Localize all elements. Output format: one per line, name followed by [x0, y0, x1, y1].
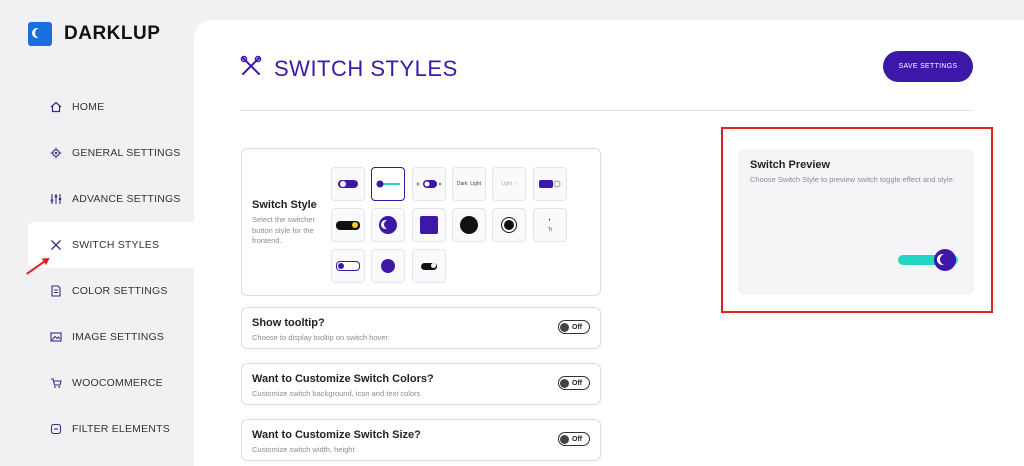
icon-pill-switch-icon	[416, 180, 442, 188]
save-settings-button[interactable]: SAVE SETTINGS	[883, 51, 973, 82]
customize-colors-toggle[interactable]: Off	[558, 376, 590, 390]
switch-preview-card: Switch Preview Choose Switch Style to pr…	[738, 149, 974, 295]
sidebar-item-filter-elements[interactable]: FILTER ELEMENTS	[0, 406, 194, 452]
preview-switch[interactable]	[898, 249, 958, 271]
switch-style-option-6[interactable]	[533, 167, 567, 201]
toggle-knob	[560, 434, 569, 444]
switch-style-option-9[interactable]	[412, 208, 446, 242]
vertical-text-switch: ◐ Tr	[547, 217, 553, 233]
sliders-icon	[50, 193, 62, 205]
preview-highlight-box: Switch Preview Choose Switch Style to pr…	[721, 127, 993, 313]
preview-switch-knob	[934, 249, 956, 271]
switch-style-description: Select the switcher button style for the…	[252, 215, 315, 245]
switch-style-title: Switch Style	[252, 199, 317, 211]
main-panel: SWITCH STYLES SAVE SETTINGS Switch Style…	[194, 20, 1024, 466]
toggle-state: Off	[572, 435, 583, 443]
preview-title: Switch Preview	[750, 159, 831, 171]
switch-style-option-3[interactable]	[412, 167, 446, 201]
tools-icon	[50, 239, 62, 251]
switch-style-option-2[interactable]	[371, 167, 405, 201]
toggle-state: Off	[572, 379, 583, 387]
toggle-description: Choose to display tooltip on switch hove…	[252, 333, 390, 342]
sidebar-nav: HOME GENERAL SETTINGS ADVANCE SETTINGS S…	[0, 84, 194, 452]
toggle-state: Off	[572, 323, 583, 331]
gear-circle-icon	[381, 259, 395, 273]
switch-style-option-5[interactable]: Light ○	[492, 167, 526, 201]
sidebar-item-label: ADVANCE SETTINGS	[72, 193, 181, 205]
sun-icon	[504, 220, 514, 230]
toggle-description: Customize switch width, height	[252, 445, 355, 454]
customize-size-card: Want to Customize Switch Size? Customize…	[241, 419, 601, 461]
page-title-text: SWITCH STYLES	[274, 56, 458, 81]
switch-style-label: Switch Style Select the switcher button …	[252, 199, 327, 247]
home-icon	[50, 101, 62, 113]
switch-style-option-7[interactable]	[331, 208, 365, 242]
toggle-knob	[560, 322, 569, 332]
sidebar-item-advance-settings[interactable]: ADVANCE SETTINGS	[0, 176, 194, 222]
sidebar-item-woocommerce[interactable]: WOOCOMMERCE	[0, 360, 194, 406]
sidebar-item-label: FILTER ELEMENTS	[72, 423, 170, 435]
page-title: SWITCH STYLES	[240, 55, 458, 83]
toggle-knob	[560, 378, 569, 388]
moon-icon	[940, 254, 951, 265]
small-black-pill-icon	[421, 262, 437, 270]
show-tooltip-card: Show tooltip? Choose to display tooltip …	[241, 307, 601, 349]
sidebar-item-color-settings[interactable]: COLOR SETTINGS	[0, 268, 194, 314]
switch-style-option-1[interactable]	[331, 167, 365, 201]
toggle-title: Want to Customize Switch Colors?	[252, 373, 434, 385]
tools-icon	[240, 55, 262, 83]
show-tooltip-toggle[interactable]: Off	[558, 320, 590, 334]
moon-square-icon	[420, 216, 438, 234]
switch-style-option-4[interactable]: Dark Light	[452, 167, 486, 201]
image-icon	[50, 331, 62, 343]
cart-icon	[50, 377, 62, 389]
light-text-switch: Light ○	[501, 181, 517, 187]
sidebar-item-label: IMAGE SETTINGS	[72, 331, 165, 343]
brand-logo: DARKLUP	[28, 22, 160, 46]
toggle-title: Show tooltip?	[252, 317, 325, 329]
sidebar-item-switch-styles[interactable]: SWITCH STYLES	[28, 222, 194, 268]
sidebar-item-label: WOOCOMMERCE	[72, 377, 163, 389]
brand-name: DARKLUP	[64, 23, 161, 44]
switch-style-option-12[interactable]: ◐ Tr	[533, 208, 567, 242]
darklup-logo-icon	[28, 22, 52, 46]
palette-icon	[50, 285, 62, 297]
sidebar-item-label: SWITCH STYLES	[72, 239, 160, 251]
switch-style-option-10[interactable]	[452, 208, 486, 242]
sidebar-item-label: GENERAL SETTINGS	[72, 147, 181, 159]
sidebar-item-label: HOME	[72, 101, 105, 113]
labeled-pill-switch-icon	[539, 180, 561, 188]
gear-icon	[50, 147, 62, 159]
sidebar-item-image-settings[interactable]: IMAGE SETTINGS	[0, 314, 194, 360]
switch-style-card: Switch Style Select the switcher button …	[241, 148, 601, 296]
pill-switch-icon	[338, 180, 358, 188]
toggle-title: Want to Customize Switch Size?	[252, 429, 421, 441]
sidebar-item-label: COLOR SETTINGS	[72, 285, 168, 297]
preview-description: Choose Switch Style to preview switch to…	[750, 175, 955, 184]
moon-circle-icon	[379, 216, 397, 234]
switch-style-option-15[interactable]	[412, 249, 446, 283]
switch-style-option-11[interactable]	[492, 208, 526, 242]
half-circle-icon	[460, 216, 478, 234]
sidebar-item-general-settings[interactable]: GENERAL SETTINGS	[0, 130, 194, 176]
header-divider	[240, 110, 973, 111]
customize-colors-card: Want to Customize Switch Colors? Customi…	[241, 363, 601, 405]
switch-style-option-8[interactable]	[371, 208, 405, 242]
black-pill-switch-icon	[336, 220, 360, 230]
dark-light-text-switch: Dark Light	[456, 181, 482, 187]
filter-icon	[50, 423, 62, 435]
switch-style-option-13[interactable]	[331, 249, 365, 283]
switch-style-option-14[interactable]	[371, 249, 405, 283]
sidebar-item-home[interactable]: HOME	[0, 84, 194, 130]
toggle-description: Customize switch background, icon and te…	[252, 389, 421, 398]
outline-pill-switch-icon	[336, 261, 360, 271]
slider-switch-icon	[376, 180, 400, 188]
customize-size-toggle[interactable]: Off	[558, 432, 590, 446]
